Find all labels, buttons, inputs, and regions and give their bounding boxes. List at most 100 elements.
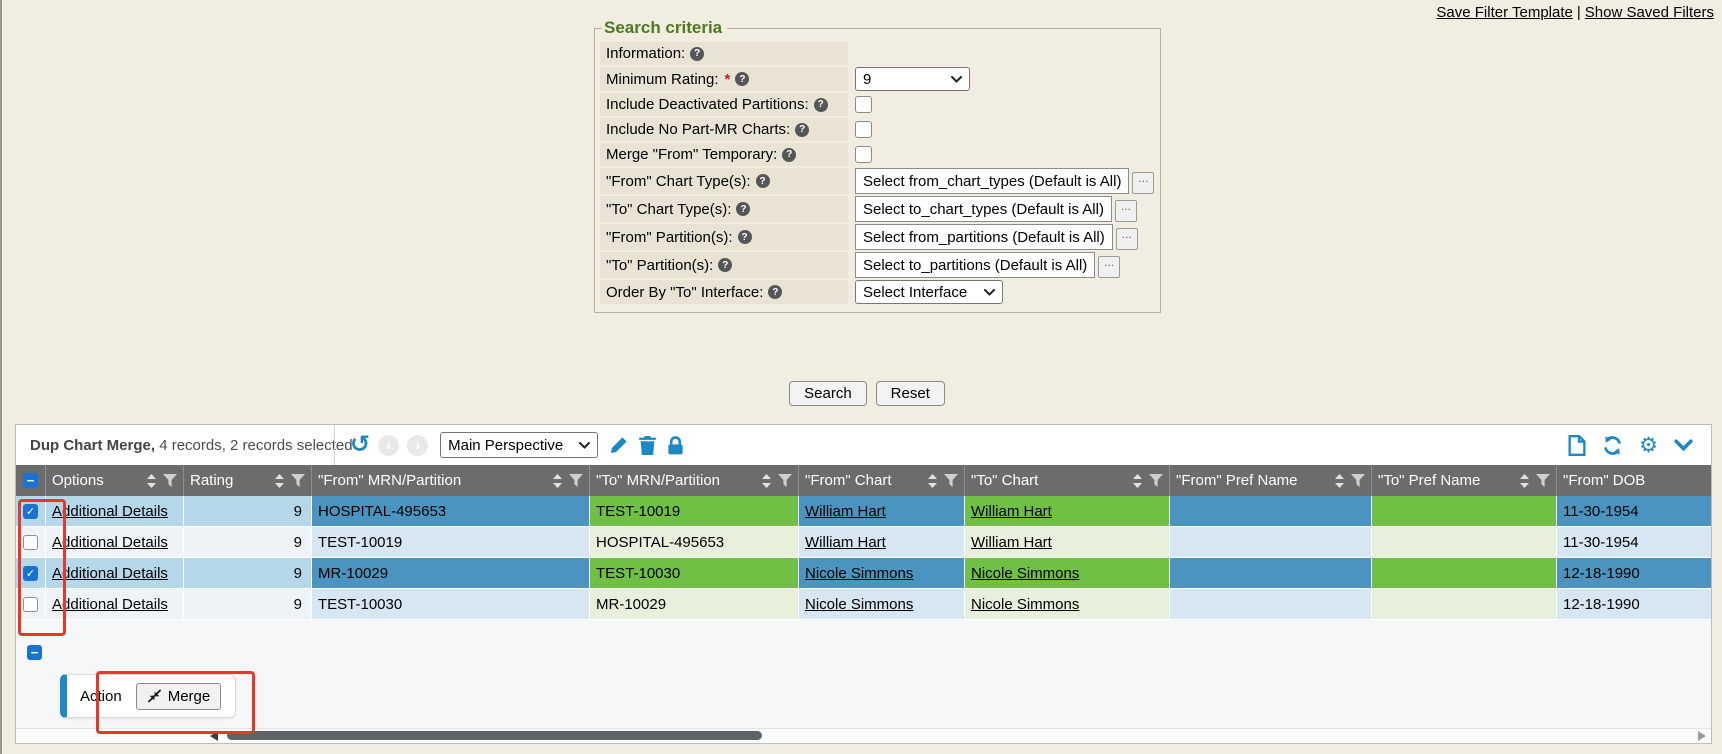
- to-chart-link[interactable]: William Hart: [971, 534, 1052, 551]
- to-pref-name-cell: [1372, 558, 1557, 588]
- row-checkbox[interactable]: [23, 597, 38, 612]
- filter-icon[interactable]: [1536, 474, 1550, 487]
- from-chart-link[interactable]: William Hart: [805, 503, 886, 520]
- pencil-icon: [609, 436, 628, 455]
- refresh-icon: [1602, 435, 1623, 456]
- from-chart-link[interactable]: William Hart: [805, 534, 886, 551]
- sort-icon[interactable]: [147, 474, 156, 488]
- from-chart-types-picker-button[interactable]: ...: [1132, 172, 1154, 194]
- filter-icon[interactable]: [778, 474, 792, 487]
- from-chart-link[interactable]: Nicole Simmons: [805, 565, 913, 582]
- row-checkbox[interactable]: [23, 535, 38, 550]
- sort-icon[interactable]: [928, 474, 937, 488]
- help-icon[interactable]: ?: [768, 285, 782, 299]
- column-header-options[interactable]: Options: [46, 465, 184, 496]
- trash-icon: [639, 436, 656, 455]
- edit-perspective-icon[interactable]: [609, 436, 628, 455]
- column-header-from-dob[interactable]: "From" DOB: [1557, 465, 1711, 496]
- to-chart-types-picker-button[interactable]: ...: [1115, 200, 1137, 222]
- field-row-merge-from-temporary: Merge "From" Temporary: ?: [600, 143, 1154, 166]
- next-perspective-button[interactable]: ›: [407, 435, 428, 456]
- to-partitions-input[interactable]: Select to_partitions (Default is All): [855, 252, 1095, 278]
- sort-icon[interactable]: [1335, 474, 1344, 488]
- help-icon[interactable]: ?: [814, 98, 828, 112]
- additional-details-link[interactable]: Additional Details: [52, 534, 168, 551]
- column-header-to-pref-name[interactable]: "To" Pref Name: [1372, 465, 1557, 496]
- include-deactivated-partitions-label: Include Deactivated Partitions: ?: [600, 93, 848, 116]
- select-all-checkbox[interactable]: −: [23, 473, 38, 488]
- column-header-from-chart[interactable]: "From" Chart: [799, 465, 965, 496]
- scroll-left-arrow[interactable]: [210, 731, 218, 741]
- refresh-button[interactable]: [1602, 435, 1623, 456]
- filter-icon[interactable]: [569, 474, 583, 487]
- help-icon[interactable]: ?: [718, 258, 732, 272]
- from-partitions-input[interactable]: Select from_partitions (Default is All): [855, 224, 1113, 250]
- scrollbar-thumb[interactable]: [227, 731, 762, 740]
- to-chart-link[interactable]: William Hart: [971, 503, 1052, 520]
- table-row: ✓ Additional Details 9 HOSPITAL-495653 T…: [16, 496, 1711, 527]
- merge-button[interactable]: Merge: [136, 683, 222, 710]
- include-no-part-mr-charts-checkbox[interactable]: [855, 121, 872, 138]
- undo-icon[interactable]: ↺: [350, 435, 370, 455]
- from-chart-link[interactable]: Nicole Simmons: [805, 596, 913, 613]
- new-report-button[interactable]: [1568, 435, 1586, 456]
- delete-perspective-icon[interactable]: [639, 436, 656, 455]
- help-icon[interactable]: ?: [738, 230, 752, 244]
- column-header-from-pref-name[interactable]: "From" Pref Name: [1170, 465, 1372, 496]
- include-no-part-mr-charts-label: Include No Part-MR Charts: ?: [600, 118, 848, 141]
- column-header-to-mrn-partition[interactable]: "To" MRN/Partition: [590, 465, 799, 496]
- sort-icon[interactable]: [1520, 474, 1529, 488]
- merge-from-temporary-checkbox[interactable]: [855, 146, 872, 163]
- column-header-to-chart[interactable]: "To" Chart: [965, 465, 1170, 496]
- prev-perspective-button[interactable]: ‹: [378, 435, 399, 456]
- filter-icon[interactable]: [1351, 474, 1365, 487]
- sort-icon[interactable]: [1133, 474, 1142, 488]
- help-icon[interactable]: ?: [795, 123, 809, 137]
- footer-select-all-checkbox[interactable]: −: [27, 645, 42, 660]
- perspective-select[interactable]: Main Perspective: [440, 432, 598, 458]
- to-chart-types-input[interactable]: Select to_chart_types (Default is All): [855, 196, 1112, 222]
- order-by-to-interface-select[interactable]: Select Interface: [855, 280, 1003, 304]
- scroll-right-arrow[interactable]: [1698, 731, 1706, 741]
- dup-chart-merge-grid: Dup Chart Merge, 4 records, 2 records se…: [15, 424, 1712, 744]
- collapse-grid-button[interactable]: [1674, 439, 1693, 452]
- to-pref-name-cell: [1372, 527, 1557, 557]
- to-mrn-cell: HOSPITAL-495653: [590, 527, 799, 557]
- column-header-rating[interactable]: Rating: [184, 465, 312, 496]
- sort-icon[interactable]: [553, 474, 562, 488]
- help-icon[interactable]: ?: [736, 202, 750, 216]
- column-header-from-mrn-partition[interactable]: "From" MRN/Partition: [312, 465, 590, 496]
- to-chart-link[interactable]: Nicole Simmons: [971, 596, 1079, 613]
- minimum-rating-select[interactable]: 9: [855, 67, 970, 91]
- help-icon[interactable]: ?: [756, 174, 770, 188]
- filter-icon[interactable]: [944, 474, 958, 487]
- to-chart-link[interactable]: Nicole Simmons: [971, 565, 1079, 582]
- help-icon[interactable]: ?: [735, 72, 749, 86]
- additional-details-link[interactable]: Additional Details: [52, 565, 168, 582]
- to-partitions-picker-button[interactable]: ...: [1098, 256, 1120, 278]
- help-icon[interactable]: ?: [690, 47, 704, 61]
- search-button[interactable]: Search: [789, 381, 867, 406]
- row-checkbox[interactable]: ✓: [23, 566, 38, 581]
- additional-details-link[interactable]: Additional Details: [52, 503, 168, 520]
- show-saved-filters-link[interactable]: Show Saved Filters: [1585, 4, 1714, 21]
- field-row-from-partitions: "From" Partition(s): ? Select from_parti…: [600, 224, 1154, 250]
- additional-details-link[interactable]: Additional Details: [52, 596, 168, 613]
- reset-button[interactable]: Reset: [876, 381, 945, 406]
- filter-icon[interactable]: [1149, 474, 1163, 487]
- sort-icon[interactable]: [762, 474, 771, 488]
- include-deactivated-partitions-checkbox[interactable]: [855, 96, 872, 113]
- lock-perspective-icon[interactable]: [667, 436, 684, 455]
- row-checkbox[interactable]: ✓: [23, 504, 38, 519]
- save-filter-template-link[interactable]: Save Filter Template: [1436, 4, 1572, 21]
- action-label: Action: [80, 688, 122, 705]
- settings-button[interactable]: ⚙: [1639, 435, 1658, 456]
- help-icon[interactable]: ?: [782, 148, 796, 162]
- from-partitions-picker-button[interactable]: ...: [1116, 228, 1138, 250]
- filter-icon[interactable]: [163, 474, 177, 487]
- sort-icon[interactable]: [275, 474, 284, 488]
- page: Save Filter Template|Show Saved Filters …: [0, 0, 1722, 754]
- action-panel: Action Merge: [60, 674, 236, 718]
- filter-icon[interactable]: [291, 474, 305, 487]
- from-chart-types-input[interactable]: Select from_chart_types (Default is All): [855, 168, 1129, 194]
